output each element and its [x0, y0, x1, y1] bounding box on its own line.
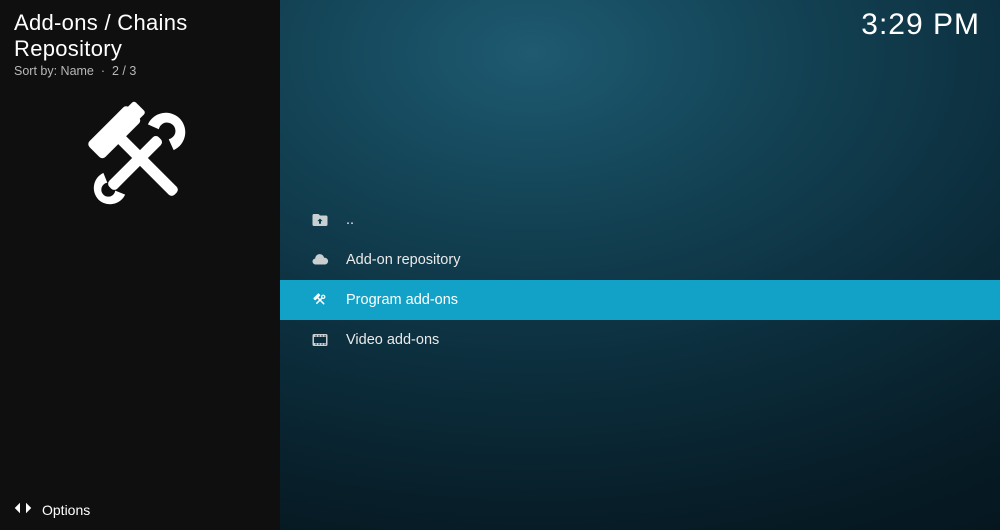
separator: · [101, 64, 105, 78]
cloud-icon [310, 250, 330, 270]
header: Add-ons / Chains Repository Sort by: Nam… [14, 10, 280, 78]
options-button[interactable]: Options [14, 499, 90, 520]
position-indicator: 2 / 3 [112, 64, 136, 78]
options-label: Options [42, 502, 90, 518]
list-item-label: Add-on repository [346, 252, 460, 268]
tools-icon [310, 290, 330, 310]
list-item-label: .. [346, 212, 354, 228]
list-item-label: Program add-ons [346, 292, 458, 308]
list-item-parent-dir[interactable]: .. [280, 200, 1000, 240]
sort-by-label[interactable]: Sort by: Name [14, 64, 94, 78]
film-icon [310, 330, 330, 350]
list-item-addon-repository[interactable]: Add-on repository [280, 240, 1000, 280]
breadcrumb: Add-ons / Chains Repository [14, 10, 280, 62]
sidebar: Add-ons / Chains Repository Sort by: Nam… [0, 0, 280, 530]
folder-up-icon [310, 210, 330, 230]
addon-category-list: .. Add-on repository Program add-ons Vid… [280, 200, 1000, 360]
tools-icon [70, 88, 210, 233]
list-item-video-addons[interactable]: Video add-ons [280, 320, 1000, 360]
category-artwork [70, 90, 210, 230]
list-item-program-addons[interactable]: Program add-ons [280, 280, 1000, 320]
list-item-label: Video add-ons [346, 332, 439, 348]
main-panel: 3:29 PM .. Add-on repository Program add… [280, 0, 1000, 530]
sort-position-line: Sort by: Name · 2 / 3 [14, 64, 280, 78]
options-icon [14, 499, 32, 520]
clock: 3:29 PM [861, 8, 980, 42]
